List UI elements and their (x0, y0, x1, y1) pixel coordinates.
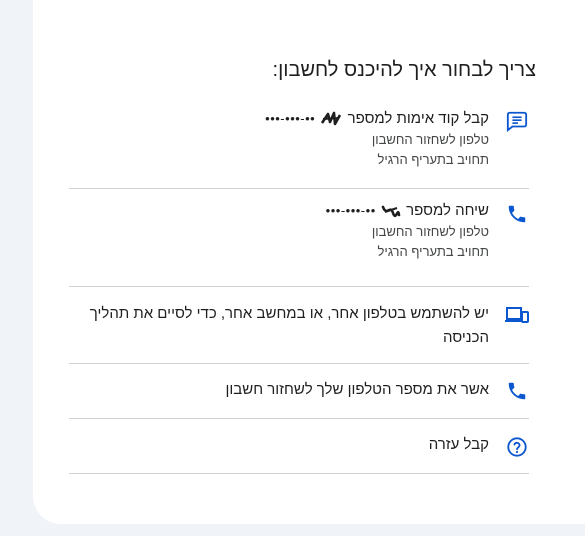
option-charge-note: תחויב בתעריף הרגיל (377, 152, 489, 167)
option-label: אשר את מספר הטלפון שלך לשחזור חשבון (225, 381, 490, 398)
help-circle-icon (505, 435, 529, 459)
sign-in-options-list: קבל קוד אימות למספר •••-•••-•• טלפון לשח… (69, 96, 529, 474)
option-label: קבל עזרה (428, 436, 489, 453)
masked-phone-number: •••-•••-•• (325, 203, 376, 218)
option-confirm-phone[interactable]: אשר את מספר הטלפון שלך לשחזור חשבון (69, 364, 529, 419)
option-get-help[interactable]: קבל עזרה (69, 419, 529, 474)
redaction-scribble-icon (321, 111, 342, 126)
page-title: צריך לבחור איך להיכנס לחשבון: (272, 59, 536, 81)
option-label-text: שיחה למספר (406, 202, 489, 219)
masked-phone-number: •••-•••-•• (265, 111, 316, 126)
option-other-device[interactable]: יש להשתמש בטלפון אחר, או במחשב אחר, כדי … (69, 287, 529, 364)
redaction-scribble-icon (381, 205, 401, 218)
option-subtitle: טלפון לשחזור החשבון (371, 224, 489, 239)
option-sms-code[interactable]: קבל קוד אימות למספר •••-•••-•• טלפון לשח… (69, 96, 529, 189)
option-label: שיחה למספר •••-•••-•• (69, 200, 489, 222)
option-label: יש להשתמש בטלפון אחר, או במחשב אחר, כדי … (89, 305, 489, 346)
phone-call-icon (505, 379, 529, 403)
option-label: קבל קוד אימות למספר •••-•••-•• (69, 108, 489, 130)
sms-message-icon (505, 109, 529, 133)
option-charge-note: תחויב בתעריף הרגיל (377, 244, 489, 259)
option-subtitle: טלפון לשחזור החשבון (371, 132, 489, 147)
option-phone-call[interactable]: שיחה למספר •••-•••-•• טלפון לשחזור החשבו… (69, 189, 529, 287)
devices-icon (505, 304, 529, 328)
option-label-text: קבל קוד אימות למספר (347, 110, 489, 127)
phone-call-icon (505, 202, 529, 226)
